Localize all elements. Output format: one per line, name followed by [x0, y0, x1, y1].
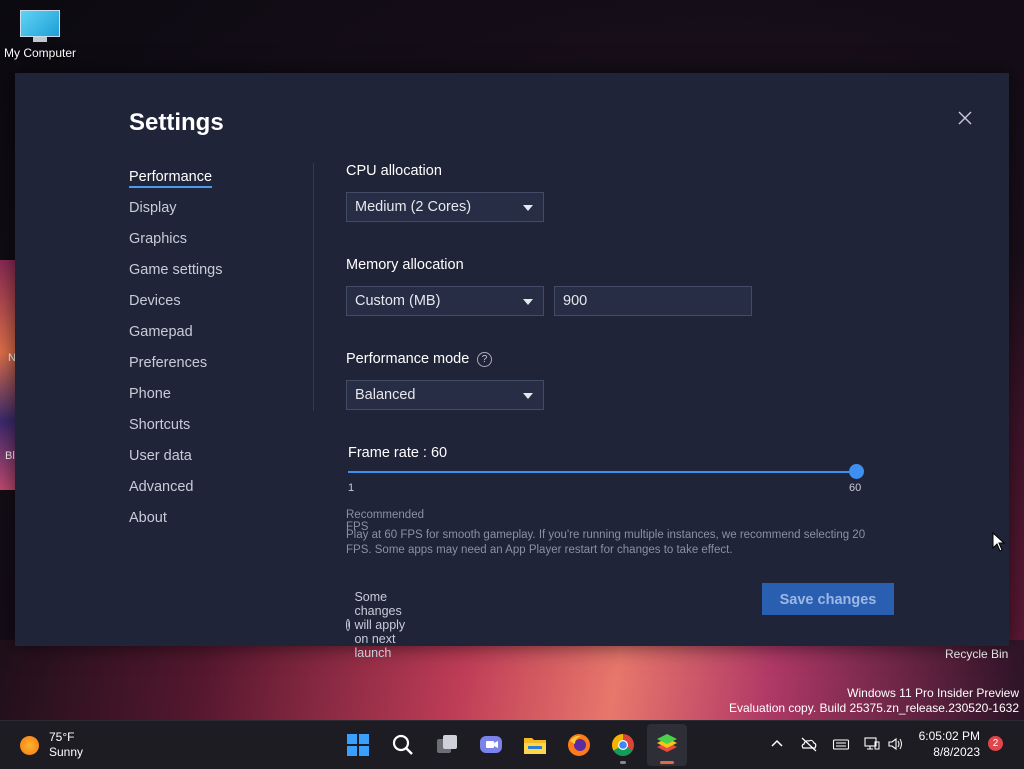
frame-rate-slider-track[interactable]: [348, 471, 856, 473]
nav-item-game-settings[interactable]: Game settings: [129, 260, 223, 291]
weather-temperature: 75°F: [49, 730, 75, 744]
chevron-down-icon: [523, 299, 533, 305]
apply-note-text: Some changes will apply on next launch: [354, 590, 406, 660]
nav-divider: [313, 163, 314, 411]
monitor-icon: [20, 10, 60, 42]
chrome-button[interactable]: [610, 732, 636, 764]
nav-item-devices[interactable]: Devices: [129, 291, 223, 322]
active-indicator: [660, 761, 674, 764]
cpu-allocation-label: CPU allocation: [346, 163, 442, 179]
recommended-fps-text: Play at 60 FPS for smooth gameplay. If y…: [346, 529, 866, 556]
memory-amount-input[interactable]: 900: [554, 286, 752, 316]
keyboard-tray[interactable]: [832, 735, 850, 753]
file-explorer-button[interactable]: [522, 732, 548, 758]
chevron-up-icon: [771, 739, 783, 747]
nav-item-graphics[interactable]: Graphics: [129, 229, 223, 260]
chrome-icon: [612, 734, 634, 756]
chevron-down-icon: [523, 205, 533, 211]
nav-item-phone[interactable]: Phone: [129, 384, 223, 415]
memory-mode-value: Custom (MB): [355, 293, 441, 309]
close-button[interactable]: [953, 106, 977, 130]
system-clock[interactable]: 6:05:02 PM 8/8/2023: [918, 728, 980, 760]
performance-mode-value: Balanced: [355, 387, 416, 403]
nav-item-shortcuts[interactable]: Shortcuts: [129, 415, 223, 446]
close-icon: [958, 111, 972, 125]
file-explorer-icon: [524, 738, 546, 754]
watermark-line-2: Evaluation copy. Build 25375.zn_release.…: [729, 701, 1019, 715]
nav-item-advanced[interactable]: Advanced: [129, 477, 223, 508]
nav-item-user-data[interactable]: User data: [129, 446, 223, 477]
info-icon: i: [346, 619, 351, 631]
nav-item-about[interactable]: About: [129, 508, 223, 539]
cloud-offline-icon: [801, 737, 817, 752]
onedrive-tray[interactable]: [800, 735, 818, 753]
bluestacks-button[interactable]: [647, 724, 687, 766]
nav-item-gamepad[interactable]: Gamepad: [129, 322, 223, 353]
task-view-button[interactable]: [434, 732, 460, 758]
sun-icon: [20, 735, 39, 755]
search-icon: [392, 734, 413, 755]
desktop-icon-my-computer[interactable]: My Computer: [2, 10, 78, 60]
nav-item-preferences[interactable]: Preferences: [129, 353, 223, 384]
chevron-down-icon: [523, 393, 533, 399]
settings-nav: Performance Display Graphics Game settin…: [129, 167, 223, 539]
clock-time: 6:05:02 PM: [918, 729, 980, 743]
memory-allocation-label: Memory allocation: [346, 257, 464, 273]
firefox-button[interactable]: [566, 732, 592, 758]
task-view-icon: [437, 735, 457, 753]
settings-title: Settings: [129, 109, 224, 136]
teams-chat-button[interactable]: [478, 732, 504, 758]
network-tray[interactable]: [863, 735, 881, 753]
weather-condition: Sunny: [49, 745, 84, 759]
weather-widget[interactable]: 75°F Sunny: [20, 730, 83, 760]
start-button[interactable]: [345, 732, 371, 758]
nav-item-display[interactable]: Display: [129, 198, 223, 229]
tray-overflow-button[interactable]: [768, 735, 786, 753]
slider-min-label: 1: [348, 482, 355, 494]
watermark-line-1: Windows 11 Pro Insider Preview: [847, 686, 1019, 700]
running-indicator: [620, 761, 626, 764]
network-icon: [864, 737, 880, 750]
save-changes-button[interactable]: Save changes: [762, 583, 894, 615]
memory-mode-select[interactable]: Custom (MB): [346, 286, 544, 316]
performance-mode-select[interactable]: Balanced: [346, 380, 544, 410]
apply-note: i Some changes will apply on next launch: [346, 590, 409, 660]
firefox-icon: [568, 734, 590, 756]
nav-item-performance[interactable]: Performance: [129, 167, 223, 198]
volume-icon: [888, 737, 902, 751]
search-button[interactable]: [390, 732, 416, 758]
volume-tray[interactable]: [887, 735, 905, 753]
clock-date: 8/8/2023: [933, 745, 980, 759]
help-icon[interactable]: ?: [477, 352, 492, 367]
start-icon: [347, 734, 369, 756]
settings-dialog: Settings Performance Display Graphics Ga…: [15, 73, 1009, 660]
slider-max-label: 60: [849, 482, 862, 494]
desktop-icon-recycle-bin[interactable]: Recycle Bin: [945, 647, 1008, 661]
notification-badge[interactable]: 2: [988, 736, 1003, 751]
keyboard-icon: [832, 739, 850, 750]
cpu-allocation-select[interactable]: Medium (2 Cores): [346, 192, 544, 222]
frame-rate-label: Frame rate : 60: [348, 445, 448, 461]
performance-mode-label: Performance mode: [346, 351, 470, 367]
teams-chat-icon: [480, 736, 502, 753]
cpu-allocation-value: Medium (2 Cores): [355, 199, 472, 215]
desktop-icon-label: My Computer: [3, 46, 77, 60]
frame-rate-slider-thumb[interactable]: [849, 464, 864, 479]
bluestacks-icon: [657, 734, 677, 752]
desktop-icon-label-partial: Bl: [5, 450, 15, 462]
mouse-cursor-icon: [992, 532, 1006, 552]
